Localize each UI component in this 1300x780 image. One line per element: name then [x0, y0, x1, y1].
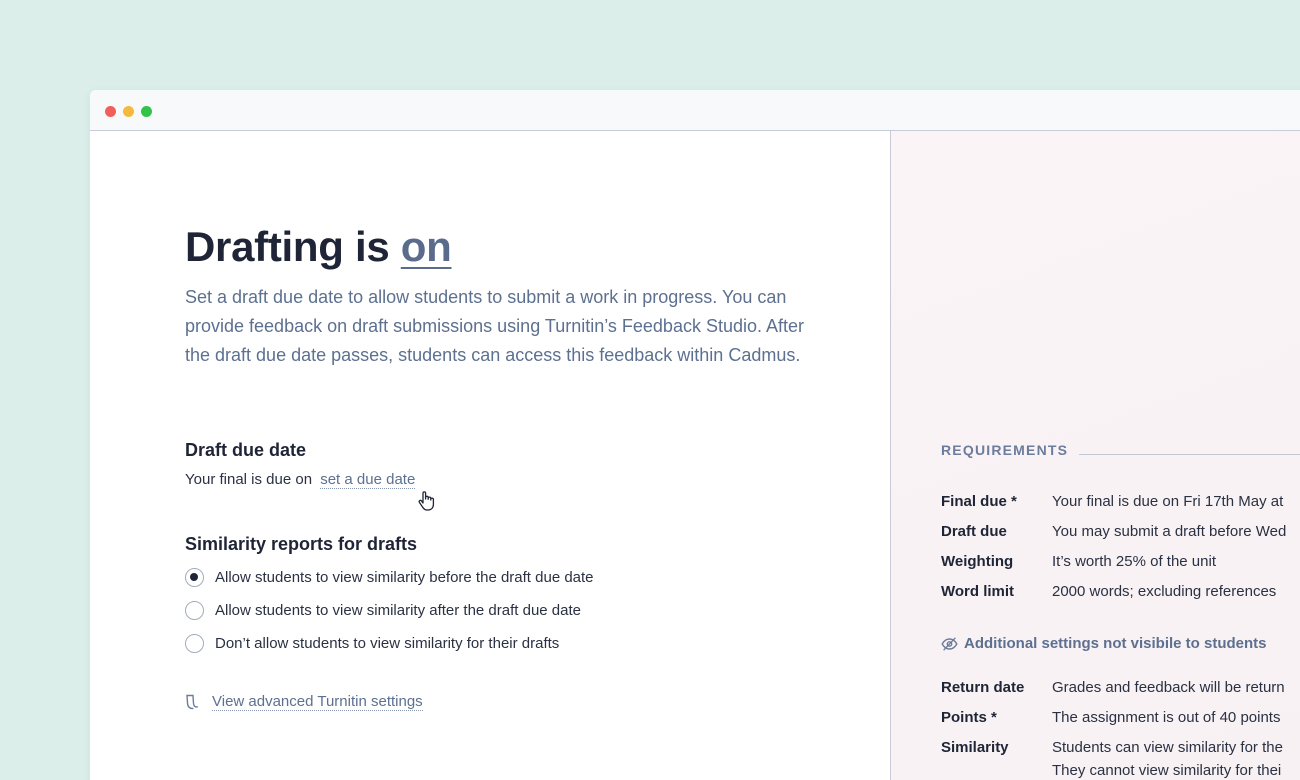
- set-due-date-link[interactable]: set a due date: [320, 471, 416, 489]
- drafting-settings-panel: Drafting is on Set a draft due date to a…: [90, 131, 890, 780]
- similarity-heading: Similarity reports for drafts: [185, 534, 418, 554]
- hidden-settings-label: Additional settings not visibile to stud…: [964, 635, 1267, 652]
- draft-due-heading: Draft due date: [185, 440, 307, 460]
- minimize-window-button[interactable]: [123, 106, 134, 117]
- requirement-key: Draft due: [941, 523, 1007, 540]
- requirements-panel: REQUIREMENTS Final due * Your final is d…: [890, 131, 1300, 780]
- draft-due-text: Your final is due on: [185, 471, 313, 488]
- requirements-divider: [1079, 454, 1300, 455]
- hidden-settings-note: Additional settings not visibile to stud…: [941, 635, 1267, 652]
- draft-due-description: Your final is due on set a due date: [185, 471, 416, 489]
- turnitin-icon: [186, 694, 198, 710]
- requirement-key: Final due *: [941, 493, 1017, 510]
- app-window: Drafting is on Set a draft due date to a…: [90, 90, 1300, 780]
- requirement-key: Word limit: [941, 583, 1015, 600]
- requirements-title: REQUIREMENTS: [941, 442, 1069, 458]
- page-title: Drafting is on: [185, 223, 452, 271]
- requirement-value: 2000 words; excluding references: [1052, 583, 1277, 600]
- requirement-value-continued: They cannot view similarity for thei: [1052, 762, 1282, 779]
- requirement-key: Points *: [941, 709, 997, 726]
- requirement-value: Students can view similarity for the: [1052, 739, 1283, 756]
- similarity-option-none[interactable]: Don’t allow students to view similarity …: [185, 631, 559, 655]
- similarity-option-before[interactable]: Allow students to view similarity before…: [185, 565, 594, 589]
- similarity-option-label: Allow students to view similarity before…: [215, 568, 594, 586]
- requirement-value: It’s worth 25% of the unit: [1052, 553, 1216, 570]
- advanced-turnitin-link[interactable]: View advanced Turnitin settings: [212, 693, 423, 711]
- intro-text: Set a draft due date to allow students t…: [185, 287, 805, 365]
- requirement-value: The assignment is out of 40 points: [1052, 709, 1281, 726]
- page-title-prefix: Drafting is: [185, 223, 390, 270]
- requirement-key: Return date: [941, 679, 1025, 696]
- similarity-option-label: Allow students to view similarity after …: [215, 601, 582, 619]
- close-window-button[interactable]: [105, 106, 116, 117]
- requirement-value: You may submit a draft before Wed: [1052, 523, 1287, 540]
- similarity-option-after[interactable]: Allow students to view similarity after …: [185, 598, 581, 622]
- requirement-key: Similarity: [941, 739, 1009, 756]
- similarity-option-label: Don’t allow students to view similarity …: [215, 634, 560, 652]
- radio-button-checked[interactable]: [185, 567, 204, 587]
- advanced-turnitin-settings[interactable]: View advanced Turnitin settings: [184, 693, 423, 711]
- requirement-value: Your final is due on Fri 17th May at: [1052, 493, 1284, 510]
- eye-slash-icon: [941, 637, 958, 650]
- requirement-key: Weighting: [941, 553, 1014, 570]
- maximize-window-button[interactable]: [141, 106, 152, 117]
- drafting-toggle[interactable]: on: [401, 223, 452, 270]
- window-titlebar: [90, 90, 1300, 131]
- radio-button[interactable]: [185, 600, 204, 620]
- requirement-value: Grades and feedback will be return: [1052, 679, 1285, 696]
- cursor-hand-icon: [418, 491, 435, 511]
- radio-button[interactable]: [185, 633, 204, 653]
